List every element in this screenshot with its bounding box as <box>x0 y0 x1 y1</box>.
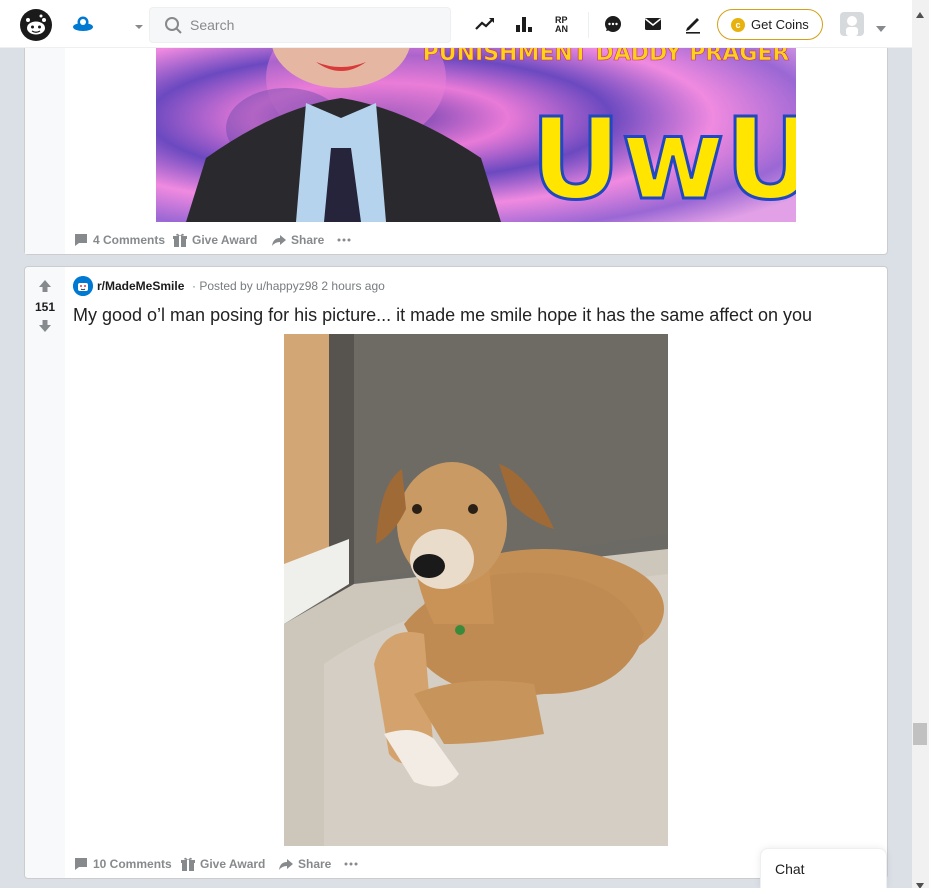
coin-icon: c <box>731 18 745 32</box>
page-scrollbar[interactable] <box>912 0 929 888</box>
comment-icon <box>73 232 89 248</box>
scroll-down-arrow-icon[interactable] <box>916 876 924 888</box>
top-header: RPAN c Get Coins <box>0 0 912 48</box>
posted-by-text: · Posted by u/happyz98 2 hours ago <box>192 279 385 293</box>
share-button[interactable]: Share <box>278 854 338 874</box>
subreddit-link[interactable]: r/MadeMeSmile <box>97 279 184 293</box>
more-options-icon[interactable] <box>336 230 352 250</box>
comment-icon <box>73 856 89 872</box>
chevron-down-icon[interactable] <box>134 19 144 29</box>
gift-icon <box>180 856 196 872</box>
home-feed-icon[interactable] <box>72 14 94 34</box>
subreddit-icon[interactable] <box>73 276 93 296</box>
user-menu-chevron-icon[interactable] <box>876 20 886 32</box>
all-stats-icon[interactable] <box>513 13 535 35</box>
vote-column: 151 <box>25 267 65 878</box>
get-coins-button[interactable]: c Get Coins <box>717 9 823 40</box>
post-actions: 10 Comments Give Award Share <box>73 854 403 874</box>
svg-text:AN: AN <box>555 24 568 34</box>
downvote-arrow-icon[interactable] <box>38 319 52 333</box>
post-image[interactable] <box>284 334 668 846</box>
give-award-label: Give Award <box>192 233 258 247</box>
give-award-button[interactable]: Give Award <box>180 854 272 874</box>
share-label: Share <box>298 857 332 871</box>
post-card[interactable]: 151 r/MadeMeSmile · Posted by u/happyz98… <box>24 266 888 879</box>
upvote-arrow-icon[interactable] <box>38 279 52 293</box>
comments-button[interactable]: 4 Comments <box>73 230 169 250</box>
post-card[interactable]: PUNISHMENT DADDY PRAGER UwU 4 Comments G… <box>24 48 888 255</box>
search-input[interactable] <box>190 14 440 36</box>
chat-label: Chat <box>775 861 805 877</box>
post-title[interactable]: My good o’l man posing for his picture..… <box>73 305 812 326</box>
scroll-up-arrow-icon[interactable] <box>916 5 924 18</box>
vote-count: 151 <box>34 300 56 314</box>
get-coins-label: Get Coins <box>751 17 809 32</box>
header-divider <box>588 12 589 38</box>
search-bar[interactable] <box>149 7 451 43</box>
post-image[interactable]: PUNISHMENT DADDY PRAGER UwU <box>156 48 796 222</box>
chat-bubble-icon[interactable] <box>602 13 624 35</box>
share-button[interactable]: Share <box>271 230 331 250</box>
share-arrow-icon <box>271 232 287 248</box>
post-actions: 4 Comments Give Award Share <box>73 230 393 250</box>
more-options-icon[interactable] <box>343 854 359 874</box>
share-arrow-icon <box>278 856 294 872</box>
comments-count: 4 Comments <box>93 233 166 247</box>
rpan-icon[interactable]: RP AN <box>553 13 575 35</box>
image-caption-line2: UwU <box>530 95 796 222</box>
comments-button[interactable]: 10 Comments <box>73 854 173 874</box>
mail-icon[interactable] <box>642 13 664 35</box>
user-avatar-icon[interactable] <box>840 12 864 36</box>
comments-count: 10 Comments <box>93 857 172 871</box>
chat-button[interactable]: Chat <box>760 848 887 888</box>
scrollbar-thumb[interactable] <box>913 723 927 745</box>
gift-icon <box>172 232 188 248</box>
reddit-logo-icon[interactable] <box>20 9 52 41</box>
share-label: Share <box>291 233 325 247</box>
popular-trending-icon[interactable] <box>474 13 496 35</box>
image-caption-line1: PUNISHMENT DADDY PRAGER <box>423 48 790 66</box>
create-post-pencil-icon[interactable] <box>682 13 704 35</box>
give-award-label: Give Award <box>200 857 266 871</box>
vote-column <box>25 48 65 254</box>
search-icon <box>164 16 184 36</box>
give-award-button[interactable]: Give Award <box>172 230 264 250</box>
